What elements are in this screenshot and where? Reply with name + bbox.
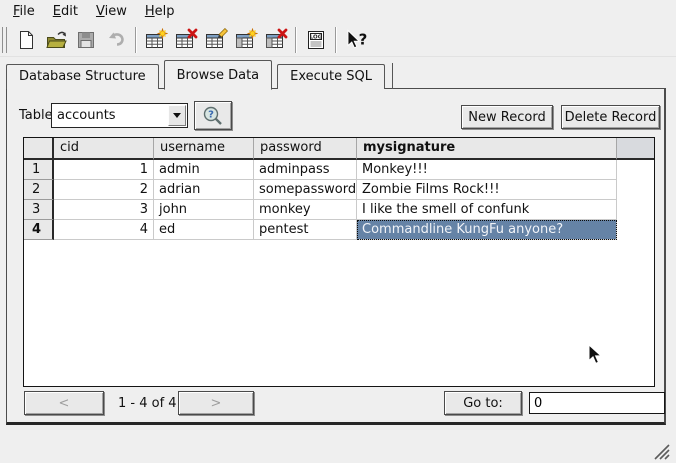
cell-username[interactable]: ed [154, 220, 254, 240]
index-delete-icon [264, 28, 288, 52]
show-log-button[interactable]: LOG [302, 26, 330, 54]
new-record-button[interactable]: New Record [461, 105, 553, 129]
toolbar-separator [135, 27, 137, 53]
table-new-icon [144, 28, 168, 52]
cell-cid[interactable]: 3 [54, 200, 154, 220]
cell-username[interactable]: admin [154, 160, 254, 180]
column-header-cid[interactable]: cid [54, 138, 154, 160]
cell-cid[interactable]: 4 [54, 220, 154, 240]
row-header-selected[interactable]: 4 [24, 220, 54, 240]
open-database-button[interactable] [42, 26, 70, 54]
open-folder-icon [44, 28, 68, 52]
cell-mysignature[interactable]: Zombie Films Rock!!! [357, 180, 617, 200]
table-select[interactable]: accounts [51, 103, 188, 128]
row-header[interactable]: 2 [24, 180, 54, 200]
tab-execute-sql[interactable]: Execute SQL [277, 64, 385, 89]
toolbar-drag-handle[interactable] [2, 27, 7, 53]
cell-username[interactable]: john [154, 200, 254, 220]
menu-view[interactable]: View [87, 2, 136, 21]
cell-username[interactable]: adrian [154, 180, 254, 200]
cell-password[interactable]: monkey [254, 200, 357, 220]
search-button[interactable]: ? [194, 101, 232, 130]
column-header-username[interactable]: username [154, 138, 254, 160]
delete-index-button[interactable] [262, 26, 290, 54]
toolbar-separator [295, 27, 297, 53]
new-database-button[interactable] [12, 26, 40, 54]
tab-browse-data[interactable]: Browse Data [164, 60, 273, 90]
goto-button[interactable]: Go to: [444, 391, 522, 415]
undo-icon [104, 28, 128, 52]
create-table-button[interactable] [142, 26, 170, 54]
row-header[interactable]: 1 [24, 160, 54, 180]
cell-cid[interactable]: 2 [54, 180, 154, 200]
cell-password[interactable]: adminpass [254, 160, 357, 180]
svg-text:?: ? [359, 30, 368, 48]
column-header-password[interactable]: password [254, 138, 357, 160]
table-delete-icon [174, 28, 198, 52]
column-header-stub [617, 138, 654, 160]
toolbar: LOG ? [0, 23, 676, 57]
log-icon: LOG [304, 28, 328, 52]
svg-text:?: ? [208, 109, 214, 120]
modify-table-button[interactable] [202, 26, 230, 54]
whats-this-button[interactable]: ? [342, 26, 370, 54]
cell-password[interactable]: somepassword [254, 180, 357, 200]
magnifier-icon: ? [200, 104, 226, 128]
delete-record-button[interactable]: Delete Record [561, 105, 660, 129]
table-select-value: accounts [52, 108, 168, 123]
mouse-cursor-icon [588, 344, 602, 365]
browse-data-panel: Table: accounts ? New Record Delete Reco… [6, 88, 666, 425]
save-database-button[interactable] [72, 26, 100, 54]
cell-mysignature-selected[interactable]: Commandline KungFu anyone? [357, 220, 617, 240]
table-edit-icon [204, 28, 228, 52]
app-window: File Edit View Help [0, 0, 676, 463]
save-icon [74, 28, 98, 52]
previous-page-button[interactable]: < [24, 391, 104, 415]
column-header-mysignature[interactable]: mysignature [357, 138, 617, 160]
table-select-dropdown-button[interactable] [168, 105, 186, 126]
cell-password[interactable]: pentest [254, 220, 357, 240]
index-new-icon [234, 28, 258, 52]
chevron-down-icon [173, 113, 181, 118]
delete-table-button[interactable] [172, 26, 200, 54]
toolbar-separator [335, 27, 337, 53]
new-file-icon [14, 28, 38, 52]
cell-cid[interactable]: 1 [54, 160, 154, 180]
tabbar-end-divider [392, 63, 393, 89]
cell-mysignature[interactable]: Monkey!!! [357, 160, 617, 180]
menu-edit[interactable]: Edit [44, 2, 87, 21]
revert-changes-button[interactable] [102, 26, 130, 54]
record-range-label: 1 - 4 of 4 [118, 396, 177, 411]
grid-corner-header[interactable] [24, 138, 54, 160]
next-page-button[interactable]: > [178, 391, 254, 415]
tab-bar: Database Structure Browse Data Execute S… [6, 60, 393, 89]
cell-mysignature[interactable]: I like the smell of confunk [357, 200, 617, 220]
menu-bar: File Edit View Help [0, 0, 676, 23]
resize-grip[interactable] [648, 438, 670, 460]
row-header[interactable]: 3 [24, 200, 54, 220]
svg-text:LOG: LOG [310, 34, 323, 40]
goto-input[interactable] [529, 392, 665, 414]
menu-file[interactable]: File [4, 2, 44, 21]
help-cursor-icon: ? [343, 28, 369, 52]
create-index-button[interactable] [232, 26, 260, 54]
data-grid: cid username password mysignature 1 1 ad… [23, 137, 655, 387]
tab-database-structure[interactable]: Database Structure [6, 64, 159, 89]
menu-help[interactable]: Help [136, 2, 184, 21]
